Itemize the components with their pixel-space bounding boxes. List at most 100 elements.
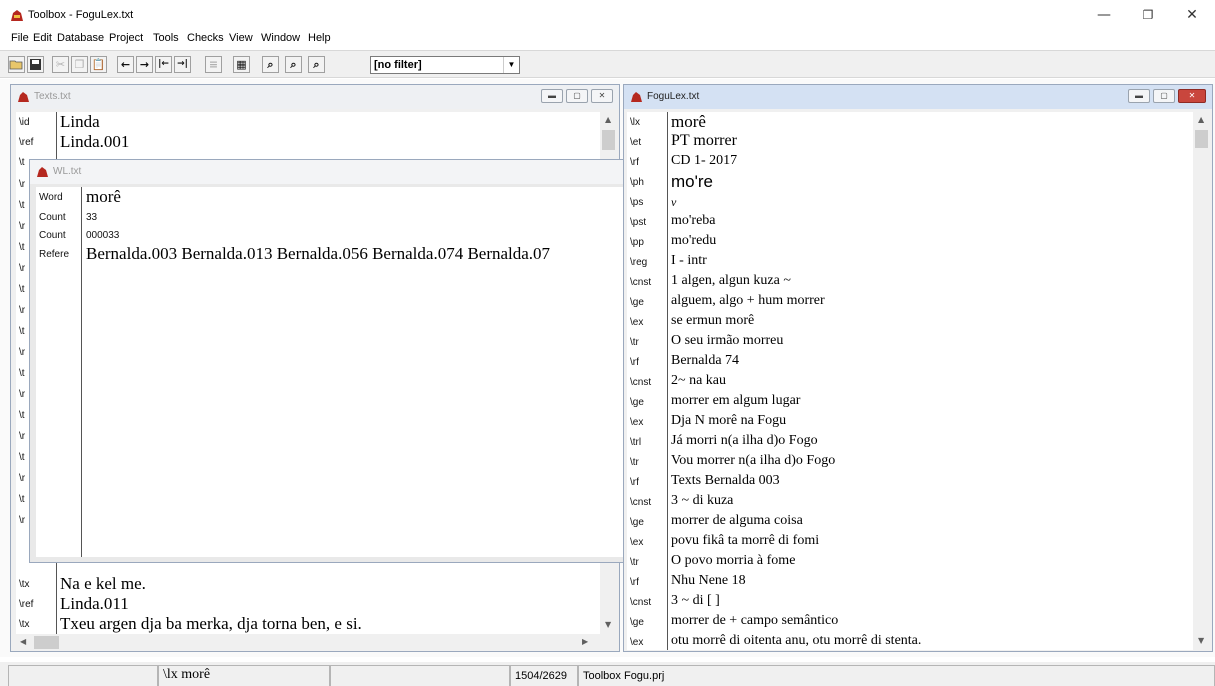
record-field: \rf CD 1- 2017: [630, 153, 738, 168]
status-cell-empty: [330, 665, 510, 686]
record-field: \id Linda: [19, 112, 100, 131]
browse-list-icon[interactable]: ≡: [205, 56, 222, 73]
restore-button[interactable]: ❐: [1128, 4, 1168, 26]
filter-select[interactable]: [no filter] ▼: [370, 56, 520, 74]
menu-edit[interactable]: Edit: [33, 32, 52, 44]
scrollbar-thumb[interactable]: [34, 636, 59, 649]
record-field: \rf Bernalda 74: [630, 353, 740, 368]
app-titlebar: Toolbox - FoguLex.txt — ❐ ✕: [0, 0, 1215, 30]
record-field: \ex otu morrê di oitenta anu, otu morrê d…: [630, 633, 922, 648]
menu-file[interactable]: File: [11, 32, 29, 44]
record-field: \ge morrer em algum lugar: [630, 393, 801, 408]
record-field: \pst mo'reba: [630, 213, 716, 228]
chevron-down-icon[interactable]: ▼: [503, 57, 519, 73]
record-field: \ref Linda.011: [19, 594, 129, 613]
record-field: \tr O seu irmão morreu: [630, 333, 784, 348]
database-icon: [37, 167, 48, 177]
texts-window-title: Texts.txt: [34, 91, 71, 102]
status-record-position: 1504/2629: [510, 665, 578, 686]
record-field: \reg I - intr: [630, 253, 707, 268]
minimize-icon[interactable]: ▬: [1128, 89, 1150, 103]
maximize-icon[interactable]: ▢: [1153, 89, 1175, 103]
record-field: \cnst 3 ~ di kuza: [630, 493, 734, 508]
record-field: \ge alguem, algo + hum morrer: [630, 293, 825, 308]
record-field: \tx Na e kel me.: [19, 574, 146, 593]
close-icon[interactable]: ✕: [591, 89, 613, 103]
menu-checks[interactable]: Checks: [187, 32, 224, 44]
record-field: \et PT morrer: [630, 132, 737, 149]
lexicon-vertical-scrollbar[interactable]: ▲ ▼: [1193, 112, 1210, 650]
record-field: \ge morrer de alguma coisa: [630, 513, 803, 528]
search-icon[interactable]: ⌕: [262, 56, 279, 73]
record-field: \ge morrer de + campo semântico: [630, 613, 839, 628]
minimize-button[interactable]: —: [1084, 4, 1124, 26]
maximize-icon[interactable]: ▢: [566, 89, 588, 103]
scrollbar-thumb[interactable]: [1195, 130, 1208, 148]
menu-help[interactable]: Help: [308, 32, 331, 44]
last-record-button[interactable]: →|: [174, 56, 191, 73]
lexicon-window-title: FoguLex.txt: [647, 91, 700, 102]
menu-bar: File Edit Database Project Tools Checks …: [0, 30, 1215, 47]
record-field: \ex se ermun morê: [630, 313, 755, 328]
database-icon: [18, 92, 29, 102]
first-record-button[interactable]: |←: [155, 56, 172, 73]
record-field: Refere Bernalda.003 Bernalda.013 Bernalda…: [39, 244, 551, 263]
menu-project[interactable]: Project: [109, 32, 143, 44]
find-all-icon[interactable]: ⌕: [285, 56, 302, 73]
filter-value: [no filter]: [374, 59, 422, 71]
record-field: \ex Dja N morê na Fogu: [630, 413, 787, 428]
toolbox-app-icon: [11, 10, 23, 21]
record-field: \cnst 1 algen, algun kuza ~: [630, 273, 791, 288]
menu-view[interactable]: View: [229, 32, 253, 44]
record-field: \trl Já morri n(a ilha d)o Fogo: [630, 433, 818, 448]
record-field: \ref Linda.001: [19, 132, 130, 151]
paste-icon[interactable]: 📋: [90, 56, 107, 73]
status-cell-empty: [8, 665, 158, 686]
wl-window: WL.txt Word morê Count 33 Count 000033 Refe…: [29, 159, 634, 563]
wl-window-titlebar[interactable]: WL.txt: [30, 160, 633, 184]
status-current-record: \lx morê: [158, 665, 330, 686]
open-folder-icon[interactable]: [8, 56, 25, 73]
mdi-workspace: Texts.txt ▬ ▢ ✕ \id Linda \ref Linda.001 \t …: [0, 79, 1215, 657]
cut-icon[interactable]: ✂: [52, 56, 69, 73]
close-icon[interactable]: ✕: [1178, 89, 1206, 103]
close-button[interactable]: ✕: [1172, 4, 1212, 26]
previous-record-button[interactable]: ←: [117, 56, 134, 73]
texts-horizontal-scrollbar[interactable]: ◀ ▶: [16, 634, 617, 651]
wl-window-title: WL.txt: [53, 166, 82, 177]
record-field: \ex povu fikâ ta morrê di fomi: [630, 533, 820, 548]
record-field: Count 33: [39, 212, 98, 223]
app-title: Toolbox - FoguLex.txt: [28, 9, 134, 21]
lexicon-window: FoguLex.txt ▬ ▢ ✕ \lx morê \et PT morrer \rf…: [623, 84, 1213, 652]
minimize-icon[interactable]: ▬: [541, 89, 563, 103]
menu-window[interactable]: Window: [261, 32, 300, 44]
copy-icon[interactable]: ❐: [71, 56, 88, 73]
record-field: \pp mo'redu: [630, 233, 717, 248]
record-field: \cnst 3 ~ di [ ]: [630, 593, 720, 608]
status-bar: \lx morê 1504/2629 Toolbox Fogu.prj: [0, 662, 1215, 686]
next-record-button[interactable]: →: [136, 56, 153, 73]
lexicon-window-titlebar[interactable]: FoguLex.txt ▬ ▢ ✕: [624, 85, 1212, 109]
status-project-name: Toolbox Fogu.prj: [578, 665, 1215, 686]
record-field: \ps v: [630, 195, 677, 209]
record-field: \rf Texts Bernalda 003: [630, 473, 780, 488]
wl-record-view[interactable]: Word morê Count 33 Count 000033 Refere Berna…: [36, 187, 630, 557]
menu-tools[interactable]: Tools: [153, 32, 179, 44]
menu-database[interactable]: Database: [57, 32, 104, 44]
record-field: \tx Txeu argen dja ba merka, dja torna be…: [19, 614, 362, 633]
record-field: \tr Vou morrer n(a ilha d)o Fogo: [630, 453, 836, 468]
toolbar: ✂ ❐ 📋 ← → |← →| ≡ ▦ ⌕ ⌕ ⌕ [no filter] ▼: [0, 50, 1215, 78]
record-field: Word morê: [39, 187, 121, 206]
table-view-icon[interactable]: ▦: [233, 56, 250, 73]
record-field: \rf Nhu Nene 18: [630, 573, 746, 588]
record-field: Count 000033: [39, 230, 120, 241]
scrollbar-thumb[interactable]: [602, 130, 615, 150]
record-field: \cnst 2~ na kau: [630, 373, 727, 388]
texts-window-titlebar[interactable]: Texts.txt ▬ ▢ ✕: [11, 85, 619, 109]
save-icon[interactable]: [27, 56, 44, 73]
record-field: \lx morê: [630, 112, 706, 131]
record-field: \ph mo're: [630, 172, 713, 191]
record-field: \tr O povo morria à fome: [630, 553, 796, 568]
lexicon-record-view[interactable]: \lx morê \et PT morrer \rf CD 1- 2017 \ph mo…: [627, 112, 1193, 650]
find-next-icon[interactable]: ⌕: [308, 56, 325, 73]
